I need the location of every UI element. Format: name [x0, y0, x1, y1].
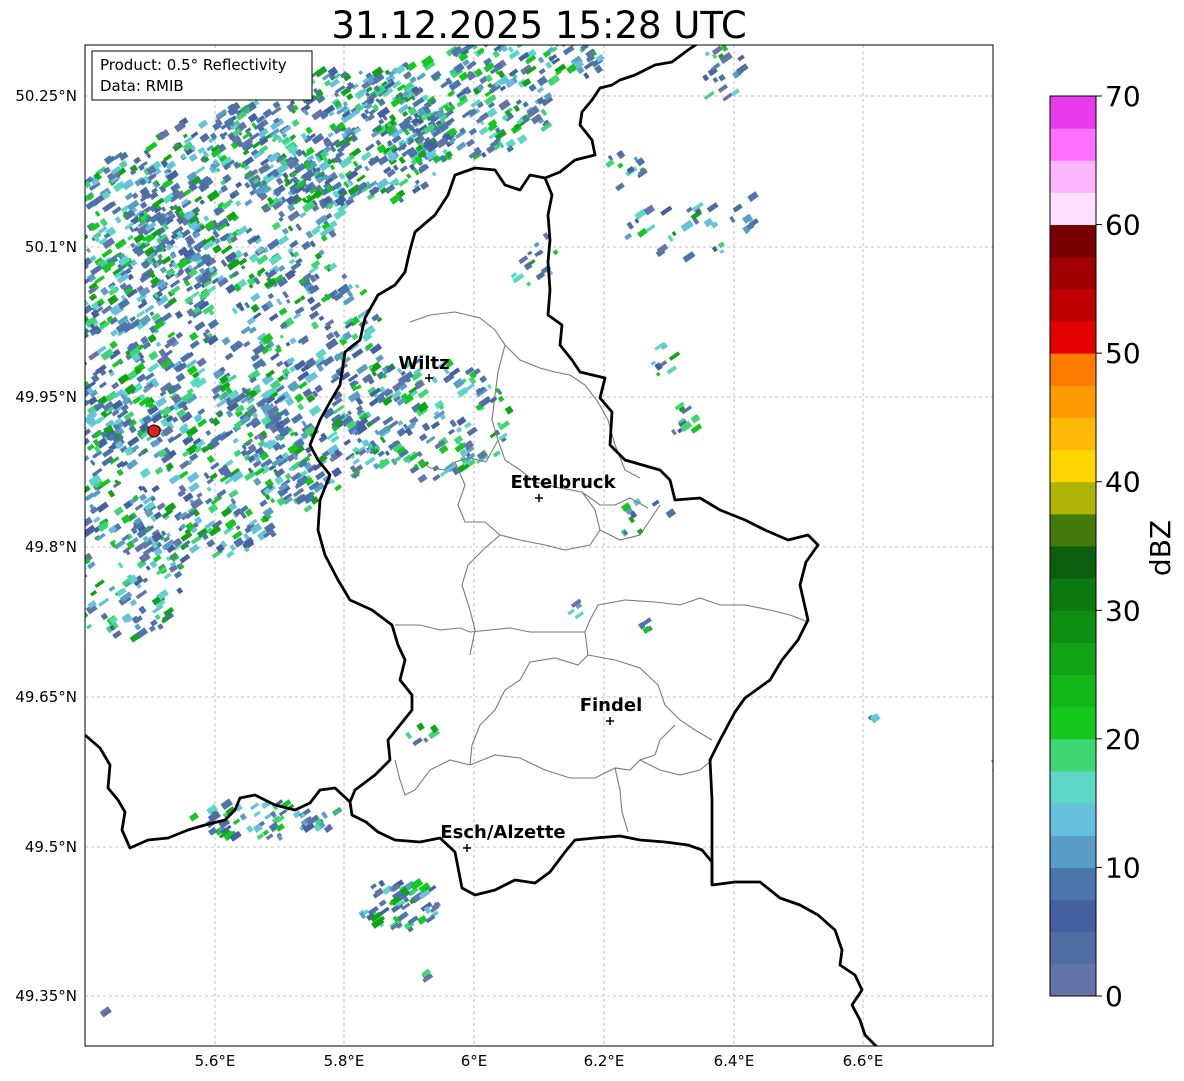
- colorbar-band: [1050, 738, 1096, 772]
- colorbar-band: [1050, 642, 1096, 676]
- colorbar-label: dBZ: [1144, 520, 1177, 576]
- colorbar-band: [1050, 417, 1096, 451]
- longitude-labels: 5.6°E 5.8°E 6°E 6.2°E 6.4°E 6.6°E: [195, 1052, 884, 1070]
- radar-site-marker: [147, 424, 161, 438]
- colorbar-band: [1050, 610, 1096, 643]
- colorbar-band: [1050, 353, 1096, 386]
- lat-label: 49.95°N: [15, 388, 77, 406]
- colorbar-band: [1050, 321, 1096, 354]
- colorbar-band: [1050, 931, 1096, 965]
- city-label-wiltz: Wiltz: [398, 353, 449, 374]
- lon-label: 6.2°E: [584, 1052, 625, 1070]
- lon-label: 6.6°E: [843, 1052, 884, 1070]
- city-label-esch-alzette: Esch/Alzette: [440, 822, 565, 843]
- colorbar-band: [1050, 867, 1096, 901]
- city-findel: Findel: [580, 695, 643, 725]
- lat-label: 50.25°N: [15, 87, 77, 105]
- lat-label: 49.35°N: [15, 987, 77, 1005]
- info-product: Product: 0.5° Reflectivity: [100, 56, 287, 74]
- colorbar-tick-label: 20: [1105, 723, 1141, 756]
- colorbar-band: [1050, 674, 1096, 708]
- colorbar-band: [1050, 385, 1096, 418]
- colorbar-band: [1050, 256, 1096, 290]
- radar-map: Wiltz Ettelbruck Findel Esch/Alzette Pro…: [15, 44, 1177, 1070]
- lat-label: 49.5°N: [25, 838, 77, 856]
- colorbar-tick-label: 40: [1105, 466, 1141, 499]
- colorbar-tick-label: 50: [1105, 337, 1141, 370]
- colorbar-tick-label: 70: [1105, 80, 1141, 113]
- city-marker-icon: [425, 374, 433, 382]
- colorbar-band: [1050, 288, 1096, 322]
- colorbar-band: [1050, 513, 1096, 547]
- colorbar-band: [1050, 481, 1096, 515]
- colorbar-tick-label: 0: [1105, 980, 1123, 1013]
- colorbar-tick-label: 60: [1105, 209, 1141, 242]
- colorbar-band: [1050, 449, 1096, 483]
- colorbar-band: [1050, 706, 1096, 740]
- colorbar-band: [1050, 835, 1096, 868]
- colorbar-band: [1050, 771, 1096, 804]
- colorbar-tick-label: 30: [1105, 594, 1141, 627]
- city-label-findel: Findel: [580, 695, 643, 716]
- info-source: Data: RMIB: [100, 77, 184, 95]
- city-esch-alzette: Esch/Alzette: [440, 822, 566, 852]
- colorbar-band: [1050, 160, 1096, 193]
- colorbar-tick-label: 10: [1105, 851, 1141, 884]
- colorbar: 0 10 20 30 40 50 60 70 dBZ: [1049, 80, 1177, 1013]
- lon-label: 5.6°E: [195, 1052, 236, 1070]
- colorbar-band: [1050, 546, 1096, 579]
- city-marker-icon: [535, 494, 543, 502]
- colorbar-band: [1050, 192, 1096, 226]
- city-marker-icon: [606, 717, 614, 725]
- lon-label: 6.4°E: [714, 1052, 755, 1070]
- city-ettelbruck: Ettelbruck: [510, 472, 617, 502]
- colorbar-band: [1050, 578, 1096, 611]
- colorbar-band: [1050, 963, 1096, 997]
- info-box: Product: 0.5° Reflectivity Data: RMIB: [91, 50, 313, 101]
- lat-label: 49.65°N: [15, 688, 77, 706]
- lon-label: 6°E: [461, 1052, 488, 1070]
- latitude-labels: 50.25°N 50.1°N 49.95°N 49.8°N 49.65°N 49…: [15, 87, 77, 1005]
- colorbar-band: [1050, 224, 1096, 258]
- colorbar-band: [1050, 803, 1096, 836]
- lat-label: 49.8°N: [25, 538, 77, 556]
- lon-label: 5.8°E: [324, 1052, 365, 1070]
- colorbar-band: [1050, 128, 1096, 161]
- lat-label: 50.1°N: [25, 238, 77, 256]
- colorbar-band: [1050, 96, 1096, 129]
- country-borders: [85, 45, 878, 1046]
- city-label-ettelbruck: Ettelbruck: [510, 472, 616, 493]
- colorbar-band: [1050, 899, 1096, 933]
- city-marker-icon: [463, 844, 471, 852]
